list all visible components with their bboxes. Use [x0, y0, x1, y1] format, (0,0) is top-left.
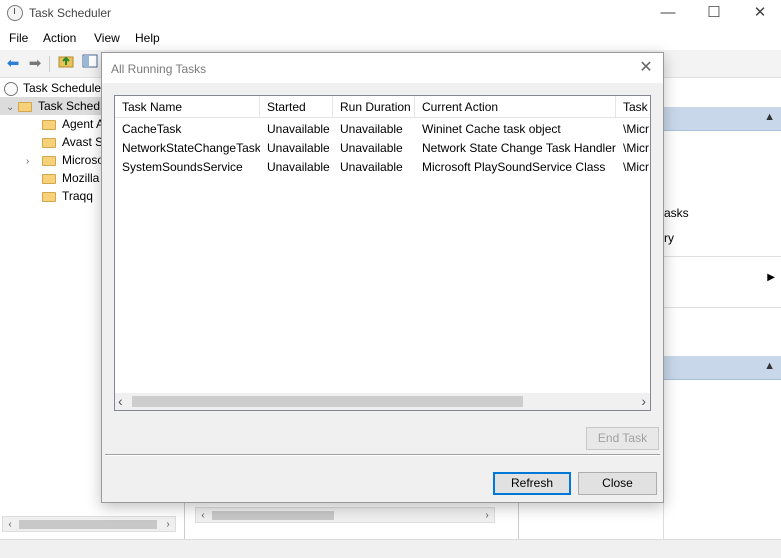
- dialog-title: All Running Tasks: [111, 62, 207, 76]
- divider: [664, 256, 781, 257]
- table-row[interactable]: SystemSoundsService Unavailable Unavaila…: [115, 158, 650, 177]
- maximize-button[interactable]: ☐: [691, 0, 737, 28]
- status-bar: [0, 539, 781, 558]
- scroll-left-arrow-icon[interactable]: ‹: [196, 508, 210, 523]
- actions-section-header[interactable]: ▲: [664, 107, 781, 131]
- menu-view[interactable]: View: [94, 31, 120, 45]
- cell-task-folder: \Micr: [623, 141, 649, 155]
- cell-task-folder: \Micr: [623, 122, 649, 136]
- cell-run-duration: Unavailable: [340, 122, 403, 136]
- chevron-down-icon[interactable]: ⌄: [6, 99, 18, 115]
- clock-icon: [4, 81, 18, 96]
- table-row[interactable]: CacheTask Unavailable Unavailable Winine…: [115, 120, 650, 139]
- scroll-right-arrow-icon[interactable]: ›: [480, 508, 494, 523]
- list-header: Task Name Started Run Duration Current A…: [115, 96, 650, 118]
- folder-icon: [42, 155, 56, 166]
- collapse-up-icon[interactable]: ▲: [764, 111, 775, 123]
- window-close-button[interactable]: ✕: [737, 0, 781, 28]
- dialog-title-bar: All Running Tasks ✕: [102, 53, 663, 83]
- scroll-right-arrow-icon[interactable]: ›: [161, 517, 175, 532]
- folder-icon: [42, 191, 56, 202]
- show-hide-console-tree-icon[interactable]: [80, 54, 100, 74]
- collapse-up-icon[interactable]: ▲: [764, 360, 775, 372]
- cell-started: Unavailable: [267, 141, 330, 155]
- column-header-task-folder[interactable]: Task F: [616, 96, 650, 118]
- cell-current-action: Microsoft PlaySoundService Class: [422, 160, 606, 174]
- menu-action[interactable]: Action: [43, 31, 76, 45]
- running-tasks-list[interactable]: Task Name Started Run Duration Current A…: [114, 95, 651, 411]
- all-running-tasks-dialog: All Running Tasks ✕ Task Name Started Ru…: [101, 52, 664, 503]
- submenu-arrow-icon[interactable]: ▶: [767, 272, 775, 283]
- middle-horizontal-scrollbar[interactable]: ‹ ›: [195, 507, 495, 523]
- action-item[interactable]: ry: [664, 226, 781, 251]
- title-bar: Task Scheduler — ☐ ✕: [0, 0, 781, 28]
- menu-bar: File Action View Help: [0, 28, 781, 50]
- menu-help[interactable]: Help: [135, 31, 160, 45]
- cell-task-folder: \Micr: [623, 160, 649, 174]
- cell-task-name: CacheTask: [122, 122, 182, 136]
- scroll-left-arrow-icon[interactable]: ‹: [118, 393, 123, 409]
- cell-current-action: Wininet Cache task object: [422, 122, 561, 136]
- actions-pane: ▲ asks ry ▶ ▲: [663, 79, 781, 539]
- toolbar-divider: [49, 56, 50, 72]
- close-button[interactable]: Close: [578, 472, 657, 495]
- cell-started: Unavailable: [267, 160, 330, 174]
- chevron-right-icon[interactable]: ›: [26, 153, 42, 169]
- column-header-run-duration[interactable]: Run Duration: [333, 96, 415, 118]
- task-scheduler-clock-icon: [7, 5, 23, 21]
- cell-started: Unavailable: [267, 122, 330, 136]
- cell-run-duration: Unavailable: [340, 141, 403, 155]
- back-arrow-icon[interactable]: ⬅: [3, 54, 23, 74]
- column-header-current-action[interactable]: Current Action: [415, 96, 616, 118]
- up-folder-icon[interactable]: [56, 54, 76, 74]
- cell-current-action: Network State Change Task Handler: [422, 141, 616, 155]
- dialog-separator: [105, 454, 660, 456]
- minimize-button[interactable]: —: [645, 0, 691, 28]
- folder-icon: [42, 119, 56, 130]
- tree-horizontal-scrollbar[interactable]: ‹ ›: [2, 516, 176, 532]
- menu-file[interactable]: File: [9, 31, 28, 45]
- column-header-task-name[interactable]: Task Name: [115, 96, 260, 118]
- scroll-right-arrow-icon[interactable]: ›: [641, 393, 646, 409]
- list-horizontal-scrollbar[interactable]: ‹ ›: [115, 393, 650, 410]
- folder-icon: [42, 173, 56, 184]
- table-row[interactable]: NetworkStateChangeTask Unavailable Unava…: [115, 139, 650, 158]
- scrollbar-thumb[interactable]: [132, 396, 523, 407]
- cell-task-name: NetworkStateChangeTask: [122, 141, 260, 155]
- column-header-started[interactable]: Started: [260, 96, 333, 118]
- cell-task-name: SystemSoundsService: [122, 160, 243, 174]
- forward-arrow-icon[interactable]: ➡: [25, 54, 45, 74]
- cell-run-duration: Unavailable: [340, 160, 403, 174]
- scroll-left-arrow-icon[interactable]: ‹: [3, 517, 17, 532]
- scrollbar-thumb[interactable]: [19, 520, 157, 529]
- folder-icon: [42, 137, 56, 148]
- library-folder-icon: [18, 101, 32, 112]
- window-title: Task Scheduler: [29, 6, 112, 20]
- dialog-close-icon[interactable]: ✕: [635, 57, 657, 79]
- end-task-button[interactable]: End Task: [586, 427, 659, 450]
- refresh-button[interactable]: Refresh: [493, 472, 571, 495]
- scrollbar-thumb[interactable]: [212, 511, 334, 520]
- selected-item-section-header[interactable]: ▲: [664, 356, 781, 380]
- action-item[interactable]: asks: [664, 201, 781, 226]
